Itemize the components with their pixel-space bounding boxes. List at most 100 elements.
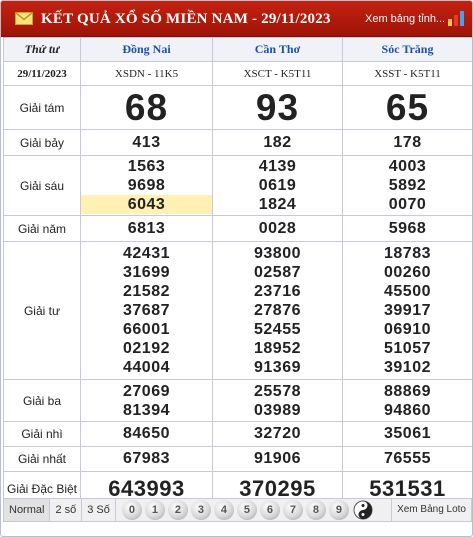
view-province-table-link[interactable]: Xem bảng tỉnh...: [365, 13, 445, 25]
prize-number: 91906: [212, 446, 343, 472]
digit-0-button[interactable]: 0: [121, 500, 142, 520]
prize-number: 39917: [384, 302, 431, 319]
province-link-can-tho[interactable]: Cần Thơ: [212, 37, 343, 62]
prize-number: 31699: [123, 264, 170, 281]
prize-row-g4: Giải tư 42431 31699 21582 37687 66001 02…: [3, 241, 472, 380]
prize-number: 32720: [212, 421, 343, 447]
province-link-dong-nai[interactable]: Đồng Nai: [80, 37, 213, 62]
prize-number: 39102: [384, 359, 431, 376]
prize-number: 0028: [212, 215, 343, 242]
footer-toolbar: Normal 2 số 3 Số 0 1 2 3 4 5 6 7 8 9 Xem…: [3, 498, 472, 522]
prize-number: 9698: [127, 177, 166, 194]
prize-number: 94860: [384, 401, 431, 419]
prize-number: 03989: [254, 401, 301, 419]
prize-label: Giải sáu: [3, 155, 81, 216]
prize-number: 4003: [388, 158, 427, 175]
digit-3-button[interactable]: 3: [190, 500, 211, 520]
draw-date: 29/11/2023: [3, 61, 81, 86]
prize-number: 5892: [388, 177, 427, 194]
prize-number: 45500: [384, 283, 431, 300]
prize-number: 02587: [254, 264, 301, 281]
prize-cell: 18783 00260 45500 39917 06910 51057 3910…: [342, 241, 472, 380]
digit-4-button[interactable]: 4: [213, 500, 234, 520]
prize-number: 18783: [384, 245, 431, 262]
prize-label: Giải nhì: [3, 421, 81, 447]
digit-6-button[interactable]: 6: [259, 500, 280, 520]
prize-number: 44004: [123, 359, 170, 376]
weekday-label: Thứ tư: [3, 37, 81, 62]
prize-label: Giải ba: [3, 379, 81, 422]
prize-number: 84650: [80, 421, 213, 447]
bar-chart-icon[interactable]: [447, 10, 465, 26]
digit-filter: 0 1 2 3 4 5 6 7 8 9: [116, 500, 373, 520]
prize-cell: 1563 9698 6043: [80, 155, 213, 216]
prize-number: 76555: [342, 446, 472, 472]
province-header-row: Thứ tư Đồng Nai Cần Thơ Sóc Trăng: [3, 37, 472, 62]
prize-label: Giải tám: [3, 85, 81, 130]
prize-number: 5968: [342, 215, 472, 242]
prize-cell: 27069 81394: [80, 379, 213, 422]
prize-number: 37687: [123, 302, 170, 319]
prize-number: 93: [212, 85, 343, 130]
prize-row-g7: Giải bảy 413 182 178: [3, 129, 472, 156]
prize-number: 02192: [123, 340, 170, 357]
prize-number: 27876: [254, 302, 301, 319]
prize-number: 1824: [258, 196, 297, 213]
lottery-results-widget: KẾT QUẢ XỔ SỐ MIỀN NAM - 29/11/2023 Xem …: [0, 0, 473, 537]
prize-row-g6: Giải sáu 1563 9698 6043 4139 0619 1824 4…: [3, 155, 472, 216]
results-table: Thứ tư Đồng Nai Cần Thơ Sóc Trăng 29/11/…: [3, 37, 472, 506]
prize-number: 35061: [342, 421, 472, 447]
prize-number: 0619: [258, 177, 297, 194]
prize-row-g3: Giải ba 27069 81394 25578 03989 88869 94…: [3, 379, 472, 422]
province-name[interactable]: Đồng Nai: [122, 42, 170, 56]
prize-number: 06910: [384, 321, 431, 338]
province-name[interactable]: Sóc Trăng: [382, 42, 434, 56]
yin-yang-icon[interactable]: [353, 500, 373, 520]
prize-label: Giải năm: [3, 215, 81, 242]
prize-number: 6813: [80, 215, 213, 242]
digit-8-button[interactable]: 8: [305, 500, 326, 520]
envelope-icon: [15, 12, 33, 25]
prize-number: 0070: [388, 196, 427, 213]
province-link-soc-trang[interactable]: Sóc Trăng: [342, 37, 472, 62]
prize-cell: 42431 31699 21582 37687 66001 02192 4400…: [80, 241, 213, 380]
prize-label: Giải bảy: [3, 129, 81, 156]
prize-number: 413: [80, 129, 213, 156]
prize-cell: 88869 94860: [342, 379, 472, 422]
digit-1-button[interactable]: 1: [144, 500, 165, 520]
digit-9-button[interactable]: 9: [328, 500, 349, 520]
digit-7-button[interactable]: 7: [282, 500, 303, 520]
tab-2-digits[interactable]: 2 số: [50, 499, 83, 521]
prize-label: Giải tư: [3, 241, 81, 380]
tab-normal[interactable]: Normal: [4, 499, 51, 521]
title-bar: KẾT QUẢ XỔ SỐ MIỀN NAM - 29/11/2023 Xem …: [1, 1, 472, 37]
prize-number: 27069: [123, 382, 170, 400]
draw-code: XSCT - K5T11: [212, 61, 343, 86]
province-name[interactable]: Cần Thơ: [255, 42, 300, 56]
prize-label: Giải nhất: [3, 446, 81, 472]
prize-number: 68: [80, 85, 213, 130]
page-title: KẾT QUẢ XỔ SỐ MIỀN NAM - 29/11/2023: [41, 11, 331, 27]
prize-number: 178: [342, 129, 472, 156]
prize-number: 21582: [123, 283, 170, 300]
prize-number-highlighted: 6043: [81, 195, 212, 214]
prize-number: 65: [342, 85, 472, 130]
prize-number: 00260: [384, 264, 431, 281]
prize-cell: 93800 02587 23716 27876 52455 18952 9136…: [212, 241, 343, 380]
draw-code-row: 29/11/2023 XSDN - 11K5 XSCT - K5T11 XSST…: [3, 61, 472, 86]
prize-row-g1: Giải nhất 67983 91906 76555: [3, 446, 472, 472]
prize-number: 52455: [254, 321, 301, 338]
prize-number: 91369: [254, 359, 301, 376]
digit-5-button[interactable]: 5: [236, 500, 257, 520]
tab-3-digits[interactable]: 3 Số: [82, 499, 116, 521]
digit-2-button[interactable]: 2: [167, 500, 188, 520]
prize-cell: 4003 5892 0070: [342, 155, 472, 216]
draw-code: XSST - K5T11: [342, 61, 472, 86]
prize-number: 25578: [254, 382, 301, 400]
prize-number: 23716: [254, 283, 301, 300]
prize-number: 18952: [254, 340, 301, 357]
view-loto-table-link[interactable]: Xem Bảng Loto: [391, 499, 471, 521]
prize-number: 182: [212, 129, 343, 156]
prize-row-g5: Giải năm 6813 0028 5968: [3, 215, 472, 242]
prize-number: 67983: [80, 446, 213, 472]
